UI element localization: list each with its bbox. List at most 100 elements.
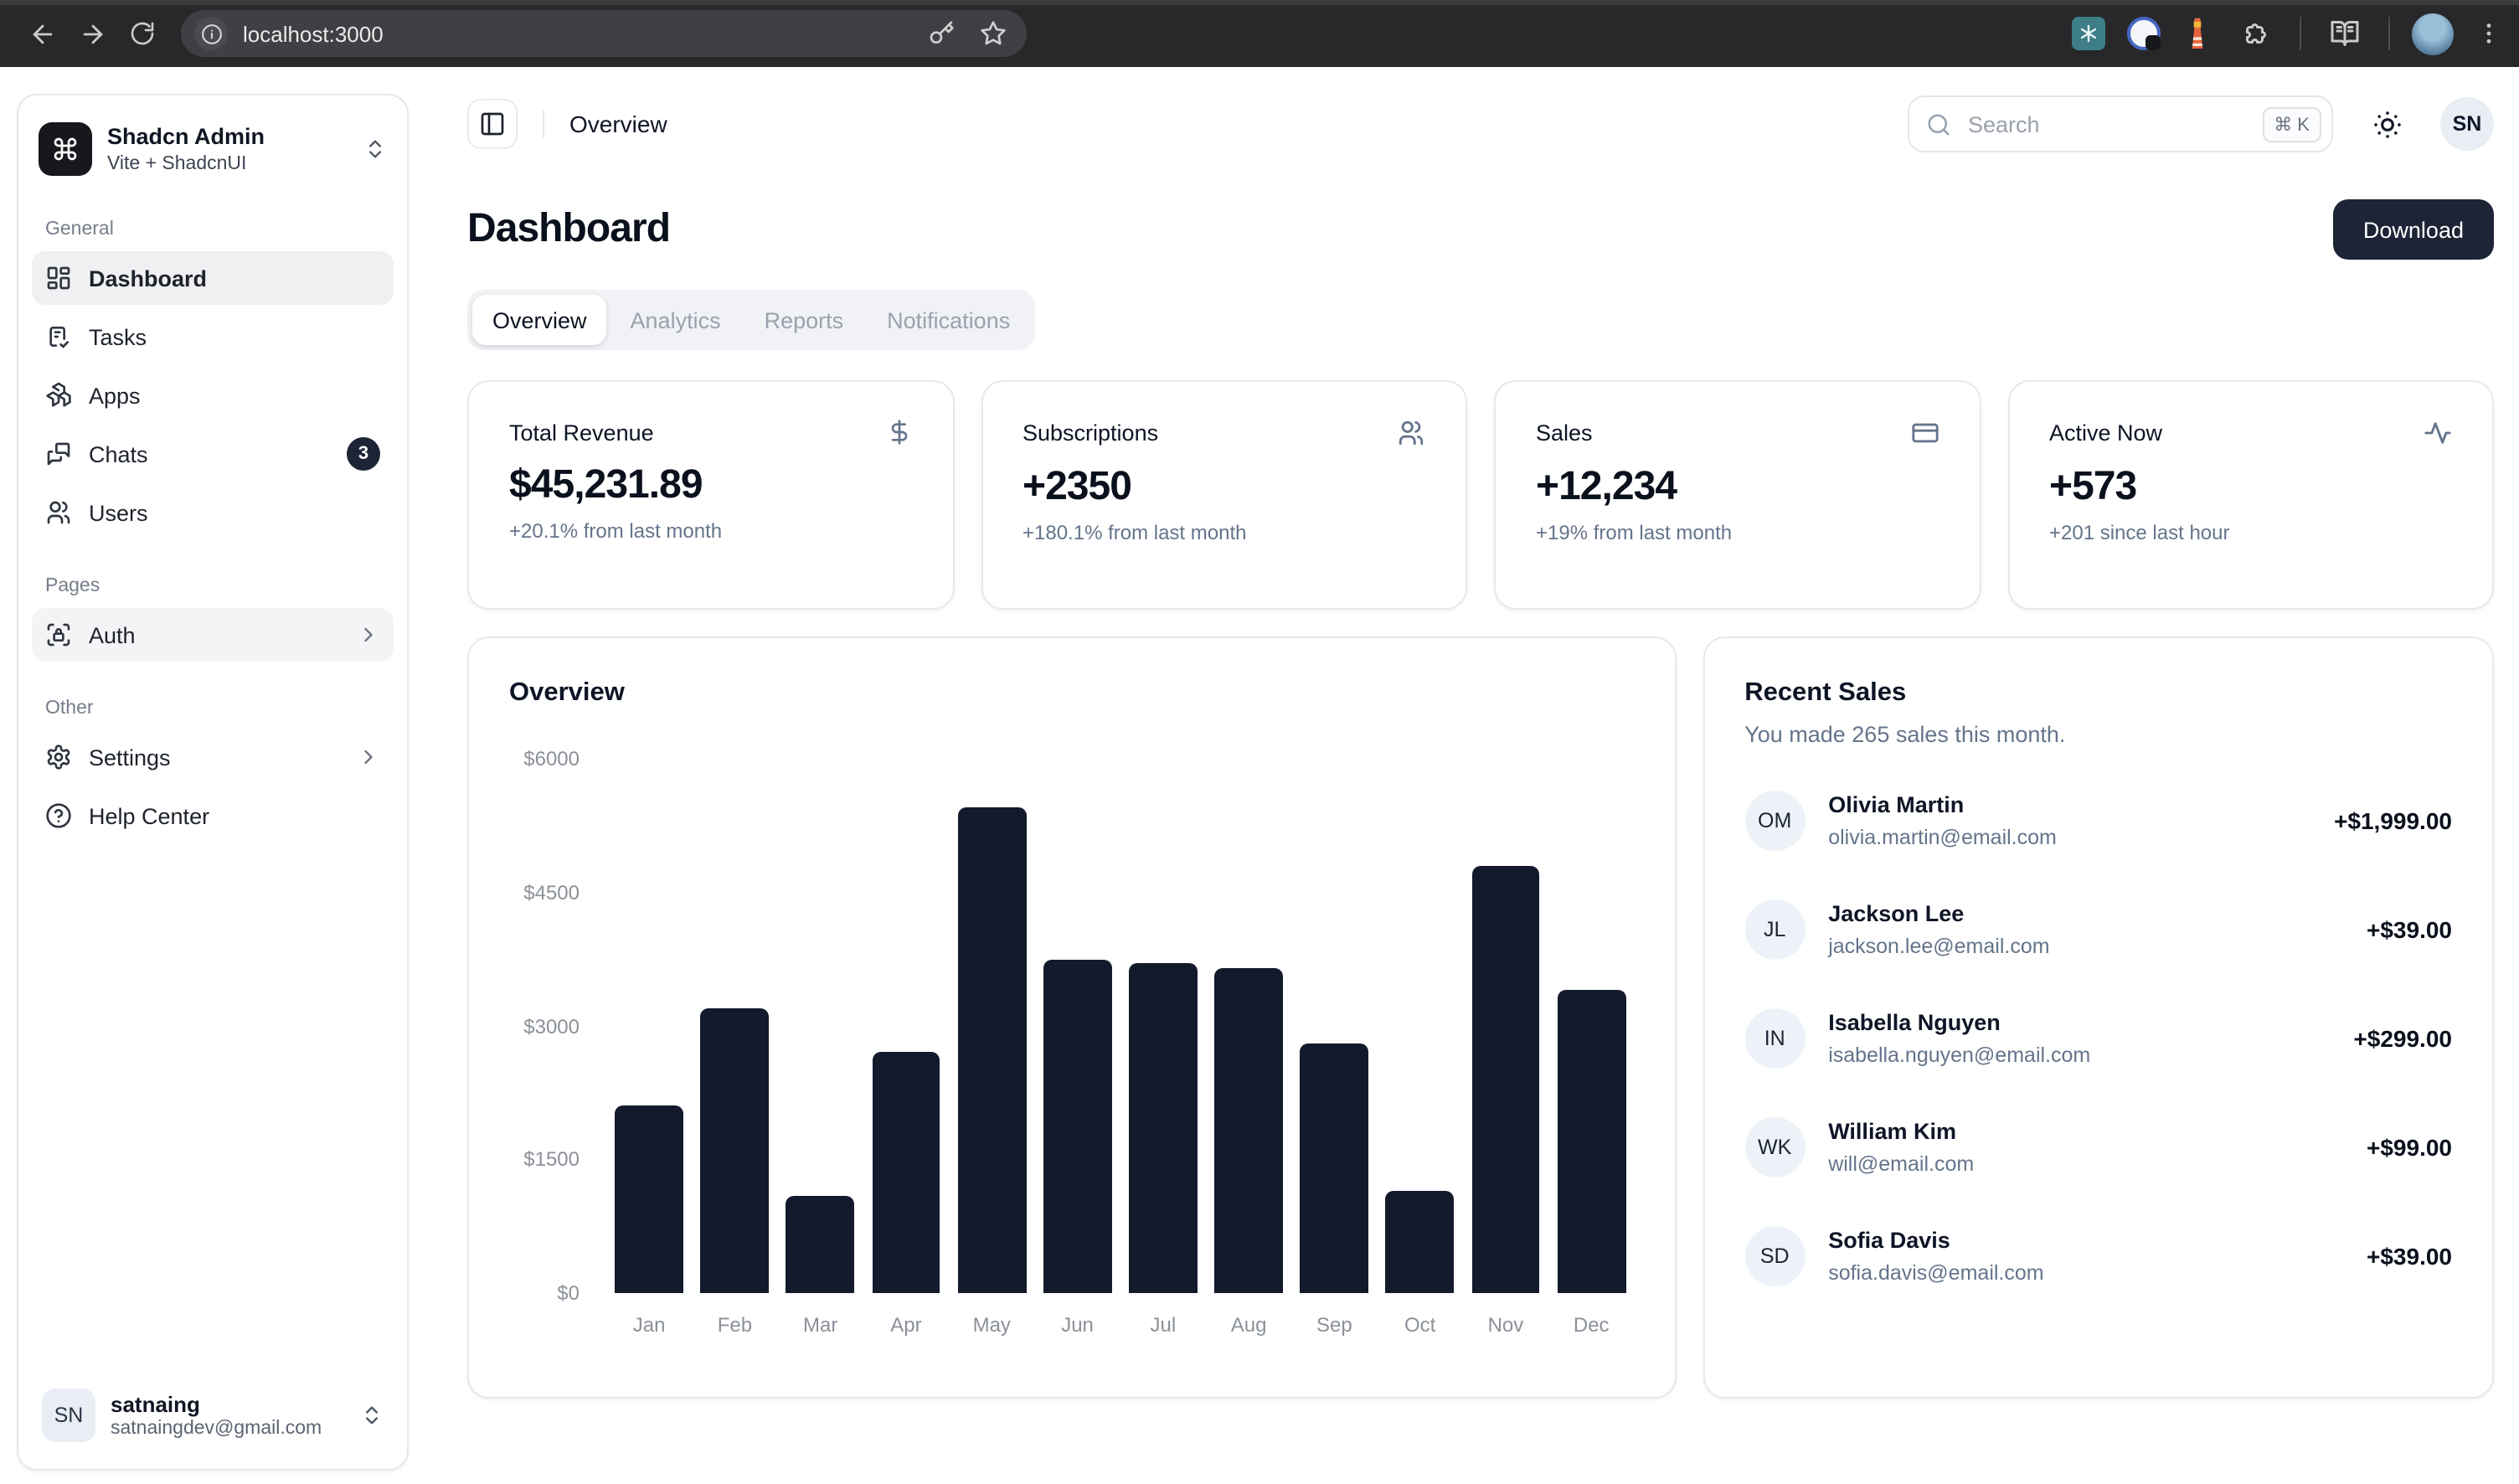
sale-email: jackson.lee@email.com bbox=[1828, 934, 2049, 957]
sidebar-item-auth[interactable]: Auth bbox=[32, 608, 394, 662]
sale-email: olivia.martin@email.com bbox=[1828, 825, 2057, 848]
recent-sales-title: Recent Sales bbox=[1744, 678, 2452, 709]
extension-icon-teal[interactable] bbox=[2072, 17, 2105, 50]
x-tick-label: Jun bbox=[1034, 1293, 1120, 1337]
sidebar-user-menu[interactable]: SN satnaing satnaingdev@gmail.com bbox=[32, 1375, 394, 1456]
bookmark-star-button[interactable] bbox=[980, 20, 1007, 47]
browser-back-button[interactable] bbox=[20, 12, 64, 55]
chart-bar-column bbox=[1548, 759, 1634, 1293]
chart-bar-column bbox=[949, 759, 1034, 1293]
sidebar-item-dashboard[interactable]: Dashboard bbox=[32, 251, 394, 305]
chart-bar-column bbox=[863, 759, 949, 1293]
chats-count-badge: 3 bbox=[347, 437, 380, 471]
x-tick-label: Apr bbox=[863, 1293, 949, 1337]
sidebar-item-apps[interactable]: Apps bbox=[32, 368, 394, 422]
chart-bar-feb bbox=[701, 1008, 770, 1293]
profile-avatar-button[interactable]: SN bbox=[2440, 97, 2494, 151]
search-icon bbox=[1926, 111, 1951, 137]
password-key-button[interactable] bbox=[928, 20, 955, 47]
sale-amount: +$39.00 bbox=[2367, 1243, 2452, 1270]
search-box[interactable]: ⌘ K bbox=[1908, 95, 2333, 152]
chart-bar-jul bbox=[1129, 964, 1198, 1293]
users-icon bbox=[1397, 419, 1425, 447]
packages-icon bbox=[45, 382, 72, 409]
checklist-icon bbox=[45, 323, 72, 350]
stat-title: Total Revenue bbox=[509, 420, 654, 445]
sidebar-item-help-center[interactable]: Help Center bbox=[32, 789, 394, 842]
stat-card-total-revenue: Total Revenue $45,231.89 +20.1% from las… bbox=[467, 380, 954, 610]
sidebar-toggle-button[interactable] bbox=[467, 99, 518, 149]
toolbar-divider bbox=[2388, 17, 2390, 50]
sidebar-item-users[interactable]: Users bbox=[32, 486, 394, 539]
browser-profile-avatar[interactable] bbox=[2412, 13, 2454, 54]
puzzle-icon bbox=[2241, 18, 2271, 49]
sale-name: Isabella Nguyen bbox=[1828, 1011, 2090, 1038]
x-tick-label: Mar bbox=[778, 1293, 863, 1337]
team-description: Vite + ShadcnUI bbox=[107, 153, 348, 173]
settings-gear-icon bbox=[45, 744, 72, 770]
chart-bar-column bbox=[1378, 759, 1463, 1293]
extensions-puzzle-button[interactable] bbox=[2238, 12, 2274, 55]
panel-left-icon bbox=[479, 111, 506, 137]
stat-title: Sales bbox=[1536, 420, 1593, 446]
tab-overview[interactable]: Overview bbox=[472, 295, 607, 345]
team-name: Shadcn Admin bbox=[107, 125, 348, 152]
users-icon bbox=[45, 499, 72, 526]
tab-notifications[interactable]: Notifications bbox=[867, 295, 1030, 345]
top-header: Overview ⌘ K SN bbox=[467, 94, 2494, 154]
page-title: Dashboard bbox=[467, 206, 670, 253]
chevron-right-icon bbox=[357, 745, 380, 769]
address-bar[interactable]: localhost:3000 bbox=[181, 10, 1027, 57]
y-tick-label: $6000 bbox=[523, 747, 580, 770]
chart-bar-column bbox=[1120, 759, 1206, 1293]
url-text: localhost:3000 bbox=[243, 21, 903, 46]
browser-forward-button[interactable] bbox=[70, 12, 114, 55]
stat-value: $45,231.89 bbox=[509, 462, 912, 509]
theme-toggle-button[interactable] bbox=[2360, 97, 2413, 151]
reading-list-button[interactable] bbox=[2326, 12, 2363, 55]
chart-title: Overview bbox=[509, 678, 1634, 709]
sale-avatar: JL bbox=[1744, 899, 1805, 960]
app-logo bbox=[39, 122, 92, 176]
main-content: Overview ⌘ K SN Dashboard Download bbox=[467, 94, 2494, 1399]
chart-bar-aug bbox=[1214, 968, 1283, 1293]
sale-avatar: IN bbox=[1744, 1008, 1805, 1069]
sidebar-item-settings[interactable]: Settings bbox=[32, 730, 394, 784]
sale-row: JL Jackson Leejackson.lee@email.com +$39… bbox=[1744, 899, 2452, 960]
x-tick-label: Oct bbox=[1378, 1293, 1463, 1337]
stat-value: +12,234 bbox=[1536, 464, 1939, 511]
browser-toolbar: localhost:3000 bbox=[0, 0, 2519, 67]
site-info-button[interactable] bbox=[194, 17, 228, 50]
browser-reload-button[interactable] bbox=[121, 12, 164, 55]
sale-row: OM Olivia Martinolivia.martin@email.com … bbox=[1744, 791, 2452, 851]
sale-amount: +$299.00 bbox=[2353, 1025, 2452, 1052]
sidebar-item-chats[interactable]: Chats 3 bbox=[32, 427, 394, 481]
chart-bar-column bbox=[778, 759, 863, 1293]
chart-bar-mar bbox=[786, 1195, 855, 1293]
sale-name: Olivia Martin bbox=[1828, 793, 2057, 820]
chart-bar-column bbox=[606, 759, 692, 1293]
sidebar-item-label: Apps bbox=[89, 383, 141, 408]
chart-bar-column bbox=[1463, 759, 1548, 1293]
tab-analytics[interactable]: Analytics bbox=[610, 295, 741, 345]
recent-sales-card: Recent Sales You made 265 sales this mon… bbox=[1703, 636, 2494, 1399]
asterisk-icon bbox=[2079, 23, 2099, 44]
sidebar-item-label: Tasks bbox=[89, 324, 147, 349]
stat-card-subscriptions: Subscriptions +2350 +180.1% from last mo… bbox=[981, 380, 1467, 610]
stat-change: +180.1% from last month bbox=[1023, 521, 1425, 544]
lighthouse-extension-icon[interactable] bbox=[2182, 17, 2212, 50]
sidebar: Shadcn Admin Vite + ShadcnUI General Das… bbox=[17, 94, 409, 1471]
stat-cards: Total Revenue $45,231.89 +20.1% from las… bbox=[467, 380, 2494, 610]
team-switcher[interactable]: Shadcn Admin Vite + ShadcnUI bbox=[32, 109, 394, 189]
sale-amount: +$1,999.00 bbox=[2334, 807, 2452, 834]
messages-icon bbox=[45, 441, 72, 467]
tab-reports[interactable]: Reports bbox=[744, 295, 864, 345]
browser-menu-button[interactable] bbox=[2475, 20, 2502, 47]
download-button[interactable]: Download bbox=[2333, 199, 2494, 260]
search-input[interactable] bbox=[1965, 110, 2249, 138]
stat-card-active-now: Active Now +573 +201 since last hour bbox=[2007, 380, 2494, 610]
scan-lock-icon bbox=[45, 621, 72, 648]
sidebar-nav-other: Settings Help Center bbox=[32, 730, 394, 842]
onepassword-extension-icon[interactable] bbox=[2127, 17, 2161, 50]
sidebar-item-tasks[interactable]: Tasks bbox=[32, 310, 394, 363]
